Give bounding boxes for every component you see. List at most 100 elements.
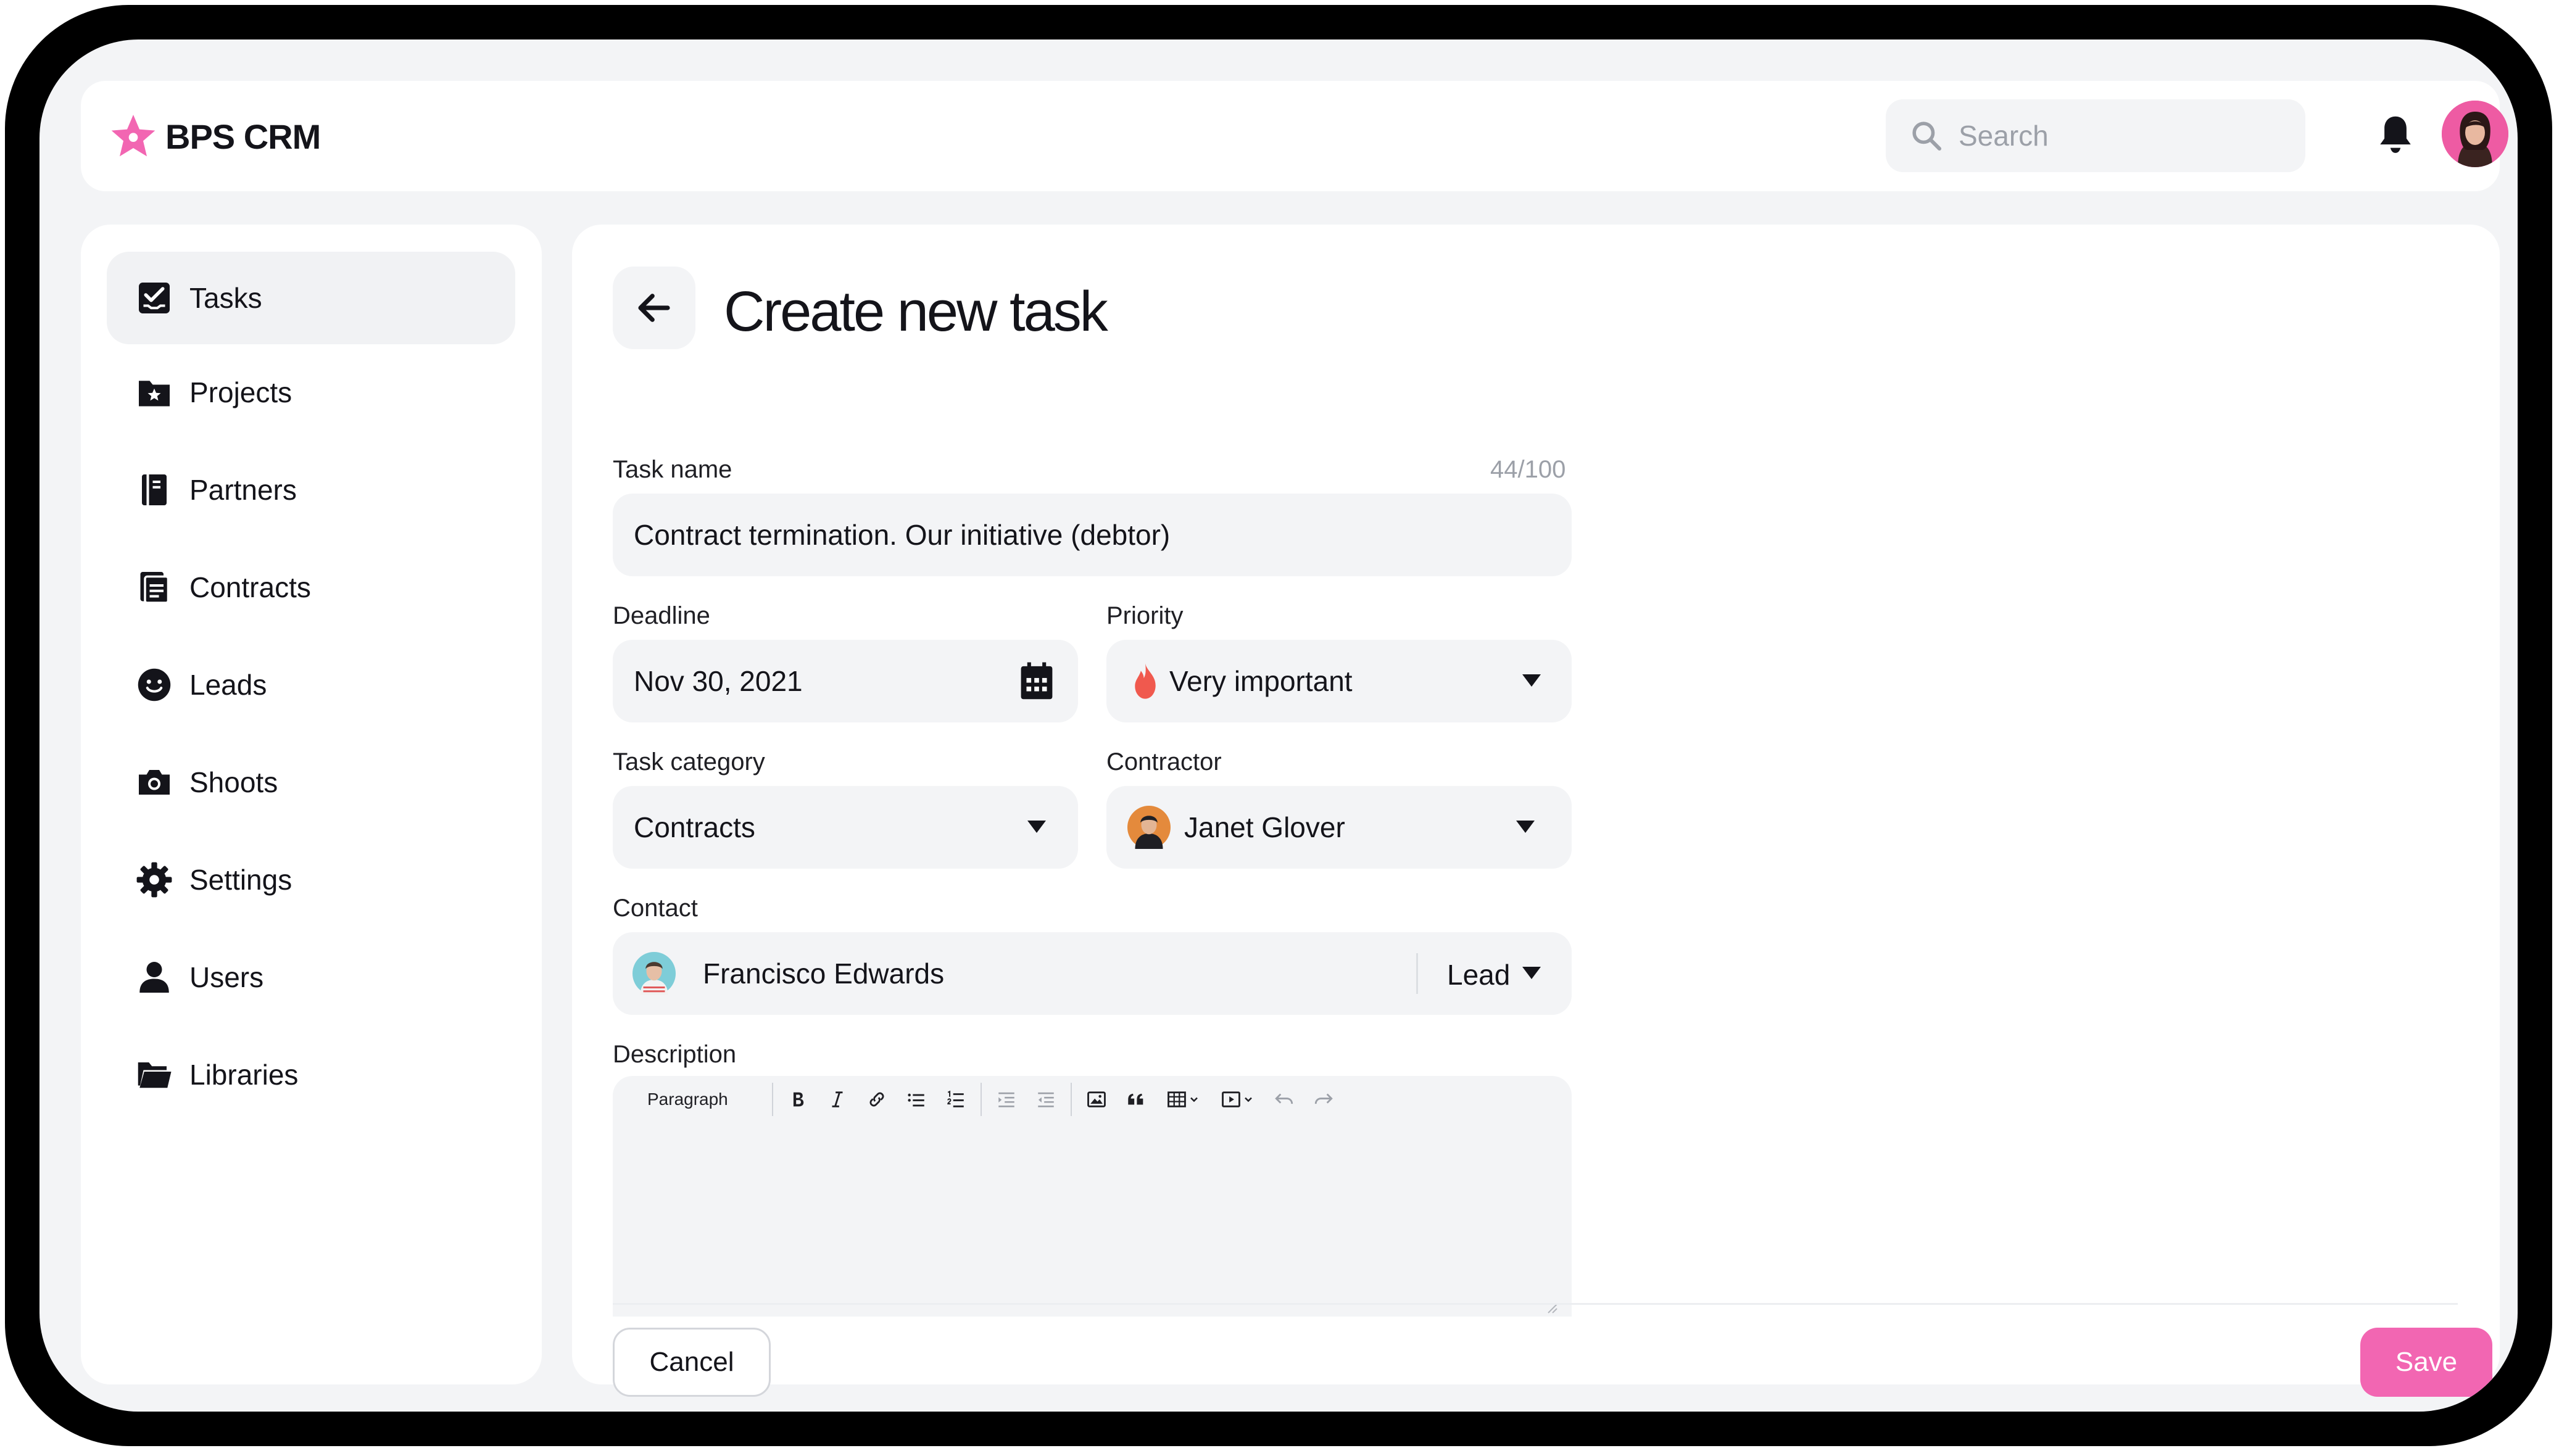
flame-icon <box>1135 663 1156 699</box>
outdent-icon <box>1038 1092 1054 1107</box>
app-screen: BPS CRM Search Tasks Projects Partners C… <box>39 39 2518 1412</box>
toolbar-separator <box>981 1083 982 1116</box>
italic-icon <box>832 1091 843 1107</box>
italic-button[interactable] <box>818 1081 857 1118</box>
sidebar-item-label: Users <box>189 961 264 993</box>
redo-icon <box>1314 1093 1333 1104</box>
search-icon <box>1912 122 1942 151</box>
sidebar-item-label: Projects <box>189 376 292 408</box>
redo-button[interactable] <box>1304 1081 1343 1118</box>
sidebar-item-settings[interactable]: Settings <box>107 833 515 926</box>
camera-icon <box>134 762 175 803</box>
undo-button[interactable] <box>1264 1081 1304 1118</box>
sidebar-item-label: Shoots <box>189 766 278 798</box>
search-input[interactable] <box>1957 118 2281 153</box>
bullet-list-button[interactable] <box>897 1081 936 1118</box>
bold-button[interactable] <box>778 1081 818 1118</box>
sidebar-item-tasks[interactable]: Tasks <box>107 252 515 344</box>
save-button[interactable]: Save <box>2360 1328 2492 1397</box>
chevron-down-icon <box>1522 674 1541 687</box>
top-header: BPS CRM <box>81 81 2508 191</box>
insert-media-button[interactable] <box>1210 1081 1264 1118</box>
back-button[interactable] <box>613 267 695 349</box>
notifications-button[interactable] <box>2375 112 2416 162</box>
sidebar-item-projects[interactable]: Projects <box>107 346 515 439</box>
insert-table-button[interactable] <box>1156 1081 1210 1118</box>
chevron-down-icon <box>1190 1097 1198 1102</box>
user-avatar-image <box>2442 101 2508 167</box>
footer-divider <box>613 1303 2458 1305</box>
contractor-value: Janet Glover <box>1184 811 1345 843</box>
sidebar-item-label: Partners <box>189 474 297 506</box>
undo-icon <box>1275 1093 1293 1104</box>
table-icon <box>1167 1091 1186 1107</box>
media-icon <box>1222 1091 1240 1107</box>
task-category-value: Contracts <box>634 811 755 843</box>
sidebar-item-label: Libraries <box>189 1059 299 1091</box>
tasks-icon <box>134 278 175 318</box>
contact-avatar <box>632 952 676 995</box>
contact-field[interactable]: Francisco Edwards Lead <box>613 932 1572 1015</box>
block-format-value: Paragraph <box>647 1090 728 1109</box>
contact-label: Contact <box>613 895 698 922</box>
task-category-select[interactable]: Contracts <box>613 786 1078 869</box>
bell-icon <box>2380 116 2411 153</box>
insert-image-button[interactable] <box>1077 1081 1116 1118</box>
sidebar-item-shoots[interactable]: Shoots <box>107 736 515 829</box>
page-title: Create new task <box>724 280 1108 343</box>
contractor-select[interactable]: Janet Glover <box>1106 786 1572 869</box>
arrow-left-icon <box>638 294 670 322</box>
contact-name: Francisco Edwards <box>703 958 945 990</box>
partners-book-icon <box>134 469 175 510</box>
chevron-down-icon <box>1245 1097 1252 1102</box>
cancel-button[interactable]: Cancel <box>613 1328 771 1397</box>
calendar-icon[interactable] <box>1018 661 1056 701</box>
editor-toolbar: Paragraph <box>613 1076 1415 1123</box>
description-editor[interactable]: Paragraph <box>613 1076 1572 1317</box>
task-name-value: Contract termination. Our initiative (de… <box>634 519 1171 551</box>
contractor-label: Contractor <box>1106 748 1222 776</box>
blockquote-button[interactable] <box>1116 1081 1156 1118</box>
outdent-button[interactable] <box>1026 1081 1066 1118</box>
description-label: Description <box>613 1041 737 1068</box>
user-avatar[interactable] <box>2442 101 2508 167</box>
sidebar-item-leads[interactable]: Leads <box>107 639 515 731</box>
indent-button[interactable] <box>987 1081 1026 1118</box>
deadline-label: Deadline <box>613 602 710 629</box>
quote-icon <box>1128 1093 1143 1105</box>
sidebar-item-label: Leads <box>189 669 267 701</box>
user-icon <box>134 957 175 998</box>
leads-smile-icon <box>134 664 175 705</box>
numbered-list-button[interactable] <box>936 1081 976 1118</box>
toolbar-separator <box>772 1083 773 1116</box>
block-format-select[interactable]: Paragraph <box>613 1081 767 1118</box>
sidebar-item-partners[interactable]: Partners <box>107 444 515 536</box>
chevron-down-icon <box>1522 967 1541 979</box>
sidebar-item-label: Contracts <box>189 571 311 603</box>
toolbar-separator <box>1071 1083 1072 1116</box>
contractor-avatar <box>1127 806 1171 849</box>
app-name: BPS CRM <box>165 117 321 156</box>
contact-divider <box>1416 953 1418 994</box>
chevron-down-icon <box>1516 821 1535 833</box>
contracts-document-icon <box>134 567 175 608</box>
folder-open-icon <box>134 1054 175 1095</box>
device-frame: BPS CRM Search Tasks Projects Partners C… <box>5 5 2552 1446</box>
search-box[interactable] <box>1886 99 2305 172</box>
indent-icon <box>998 1092 1014 1107</box>
sidebar-item-contracts[interactable]: Contracts <box>107 541 515 634</box>
deadline-value: Nov 30, 2021 <box>634 665 803 697</box>
task-name-field[interactable]: Contract termination. Our initiative (de… <box>613 494 1572 576</box>
sidebar-item-label: Settings <box>189 864 292 896</box>
task-name-label: Task name <box>613 456 732 483</box>
sidebar-item-libraries[interactable]: Libraries <box>107 1028 515 1121</box>
app-logo[interactable]: BPS CRM <box>109 110 321 162</box>
star-logo-icon <box>111 115 156 157</box>
task-name-counter: 44/100 <box>1490 456 1566 483</box>
deadline-field[interactable]: Nov 30, 2021 <box>613 640 1078 722</box>
link-button[interactable] <box>857 1081 897 1118</box>
sidebar-item-users[interactable]: Users <box>107 931 515 1024</box>
task-category-label: Task category <box>613 748 765 776</box>
priority-select[interactable]: Very important <box>1106 640 1572 722</box>
contact-type-select[interactable]: Lead <box>1447 958 1510 991</box>
